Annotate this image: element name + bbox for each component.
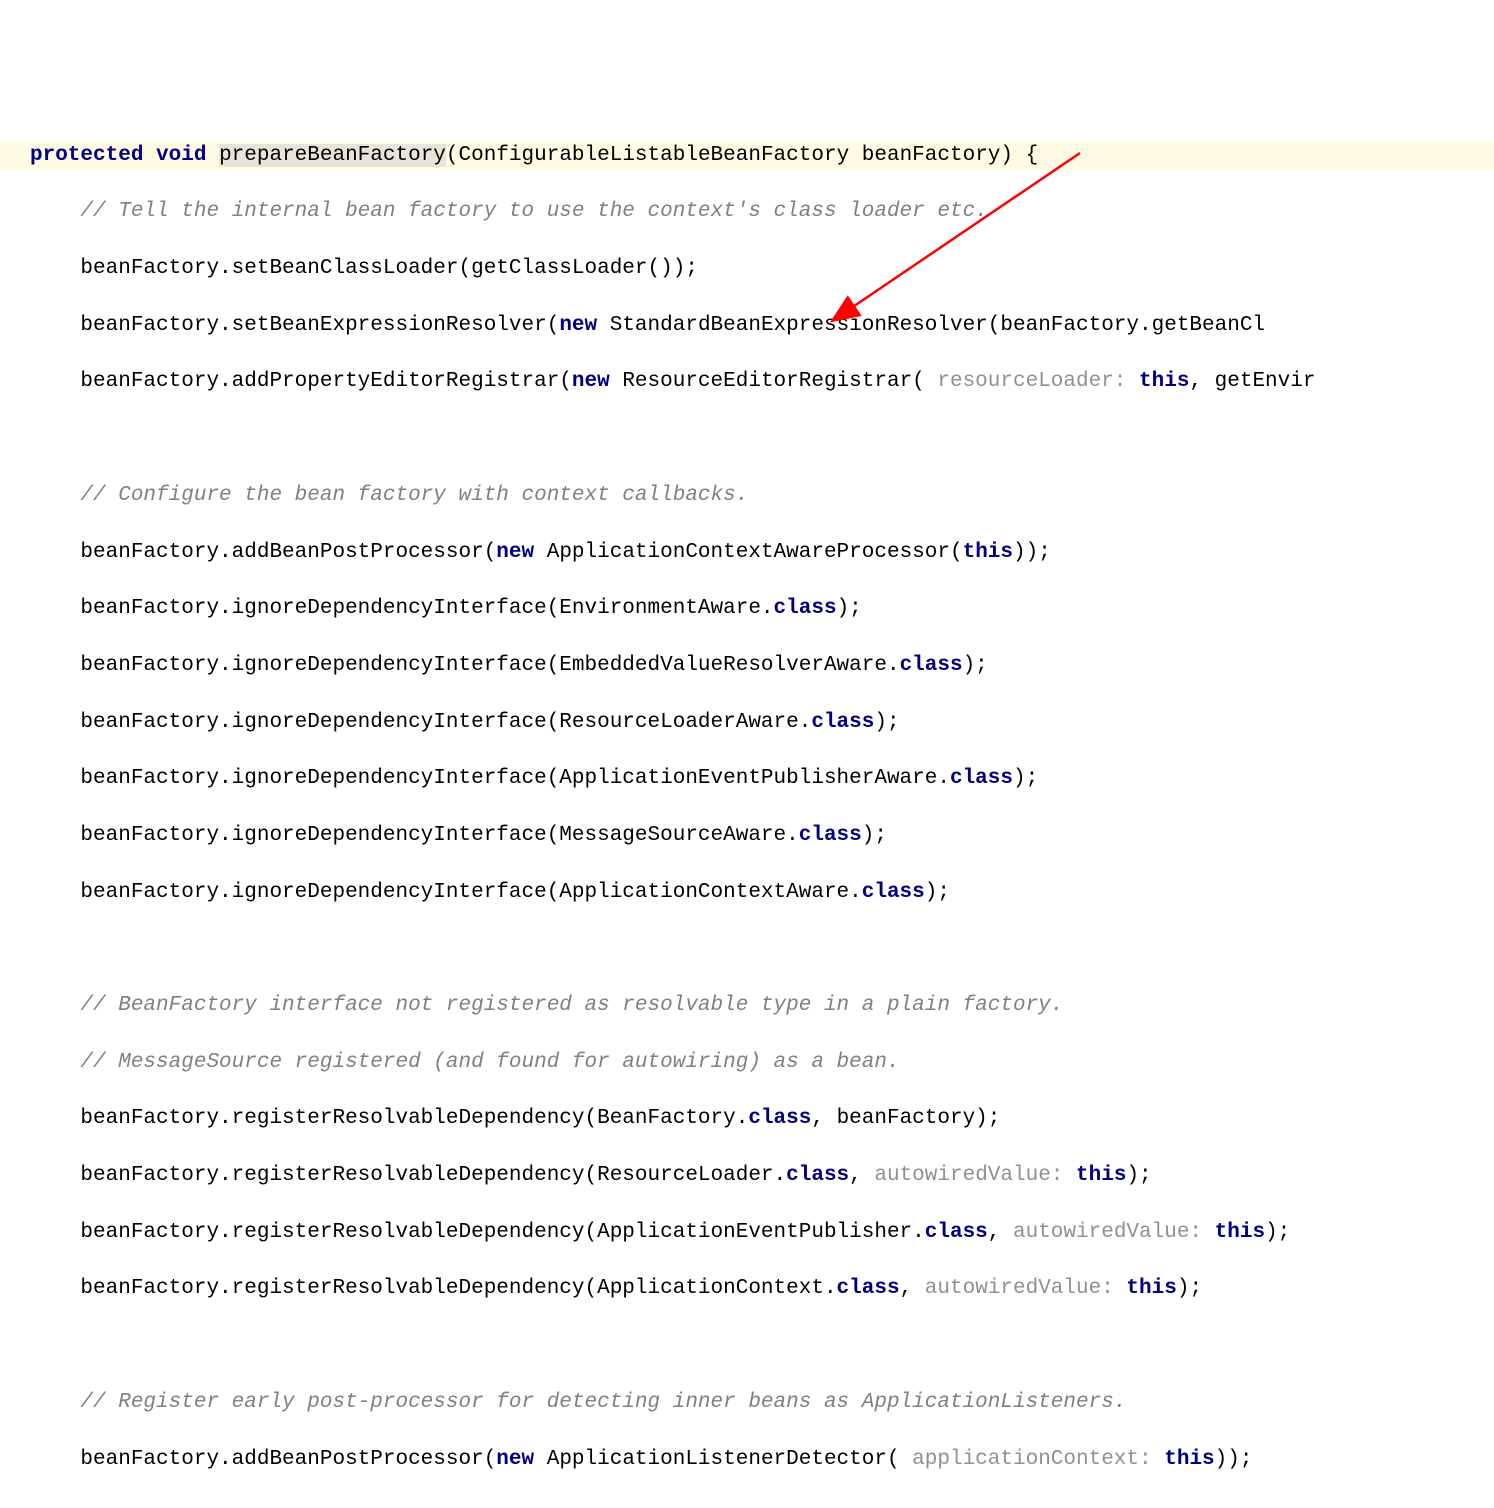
code-text: ); (963, 654, 988, 677)
code-text: ApplicationListenerDetector( (534, 1448, 912, 1471)
code-text: )); (1013, 541, 1051, 564)
comment: // Configure the bean factory with conte… (80, 484, 748, 507)
code-text: beanFactory.setBeanExpressionResolver( (80, 314, 559, 337)
code-line: beanFactory.ignoreDependencyInterface(Re… (0, 709, 1494, 737)
code-text: beanFactory.registerResolvableDependency… (80, 1221, 924, 1244)
keyword-new: new (572, 370, 610, 393)
code-text: ); (862, 824, 887, 847)
code-line: beanFactory.setBeanClassLoader(getClassL… (0, 255, 1494, 283)
code-line: beanFactory.registerResolvableDependency… (0, 1219, 1494, 1247)
keyword-this: this (963, 541, 1013, 564)
code-text: ); (1013, 767, 1038, 790)
param-hint: autowiredValue: (874, 1164, 1063, 1187)
code-text: beanFactory.addPropertyEditorRegistrar( (80, 370, 571, 393)
keyword-new: new (496, 541, 534, 564)
keyword-this: this (1164, 1448, 1214, 1471)
code-text: StandardBeanExpressionResolver(beanFacto… (597, 314, 1265, 337)
code-text: )); (1215, 1448, 1253, 1471)
keyword-class: class (811, 711, 874, 734)
code-text: beanFactory.ignoreDependencyInterface(Em… (80, 654, 899, 677)
keyword-new: new (559, 314, 597, 337)
keyword-this: this (1076, 1164, 1126, 1187)
code-line: // BeanFactory interface not registered … (0, 992, 1494, 1020)
code-line: // Register early post-processor for det… (0, 1389, 1494, 1417)
code-line-blank (0, 935, 1494, 963)
code-text: ); (1177, 1277, 1202, 1300)
code-text: beanFactory.ignoreDependencyInterface(Ap… (80, 881, 861, 904)
code-line-blank (0, 1332, 1494, 1360)
keyword-class: class (925, 1221, 988, 1244)
code-text: beanFactory.registerResolvableDependency… (80, 1277, 836, 1300)
code-text: ); (925, 881, 950, 904)
comment: // Register early post-processor for det… (80, 1391, 1126, 1414)
keyword-class: class (837, 1277, 900, 1300)
code-line: beanFactory.ignoreDependencyInterface(Me… (0, 822, 1494, 850)
keyword-void: void (156, 144, 206, 167)
code-line: beanFactory.registerResolvableDependency… (0, 1162, 1494, 1190)
code-text: , (988, 1221, 1013, 1244)
code-text: beanFactory.ignoreDependencyInterface(En… (80, 597, 773, 620)
keyword-class: class (799, 824, 862, 847)
keyword-class: class (862, 881, 925, 904)
code-editor-viewport: protected void prepareBeanFactory(Config… (0, 113, 1494, 1508)
code-text: beanFactory.ignoreDependencyInterface(Ap… (80, 767, 950, 790)
code-line: beanFactory.setBeanExpressionResolver(ne… (0, 312, 1494, 340)
code-text: ); (1126, 1164, 1151, 1187)
keyword-protected: protected (30, 144, 143, 167)
keyword-this: this (1215, 1221, 1265, 1244)
code-text: beanFactory.addBeanPostProcessor( (80, 541, 496, 564)
code-line: beanFactory.addBeanPostProcessor(new App… (0, 1446, 1494, 1474)
keyword-new: new (496, 1448, 534, 1471)
code-line: beanFactory.ignoreDependencyInterface(En… (0, 595, 1494, 623)
code-line-blank (0, 425, 1494, 453)
code-line: beanFactory.ignoreDependencyInterface(Ap… (0, 879, 1494, 907)
comment: // BeanFactory interface not registered … (80, 994, 1063, 1017)
code-line: beanFactory.addPropertyEditorRegistrar(n… (0, 368, 1494, 396)
code-text: ); (837, 597, 862, 620)
code-text: beanFactory.registerResolvableDependency… (80, 1164, 786, 1187)
code-text: beanFactory.ignoreDependencyInterface(Re… (80, 711, 811, 734)
keyword-class: class (950, 767, 1013, 790)
code-text: , beanFactory); (811, 1107, 1000, 1130)
code-text: ApplicationContextAwareProcessor( (534, 541, 962, 564)
code-line: // MessageSource registered (and found f… (0, 1049, 1494, 1077)
code-line: // Configure the bean factory with conte… (0, 482, 1494, 510)
code-line: beanFactory.registerResolvableDependency… (0, 1275, 1494, 1303)
code-line: protected void prepareBeanFactory(Config… (0, 142, 1494, 170)
code-line: beanFactory.registerResolvableDependency… (0, 1105, 1494, 1133)
comment: // Tell the internal bean factory to use… (80, 200, 987, 223)
keyword-class: class (900, 654, 963, 677)
keyword-class: class (774, 597, 837, 620)
code-text: (ConfigurableListableBeanFactory beanFac… (446, 144, 1038, 167)
code-text: beanFactory.registerResolvableDependency… (80, 1107, 748, 1130)
keyword-this: this (1139, 370, 1189, 393)
code-text: ResourceEditorRegistrar( (610, 370, 938, 393)
code-text: beanFactory.ignoreDependencyInterface(Me… (80, 824, 798, 847)
param-hint: autowiredValue: (1013, 1221, 1202, 1244)
keyword-class: class (748, 1107, 811, 1130)
comment: // MessageSource registered (and found f… (80, 1051, 899, 1074)
code-line: beanFactory.ignoreDependencyInterface(Ap… (0, 765, 1494, 793)
param-hint: resourceLoader: (937, 370, 1126, 393)
code-line: beanFactory.ignoreDependencyInterface(Em… (0, 652, 1494, 680)
code-text: ); (874, 711, 899, 734)
method-name-highlight: prepareBeanFactory (219, 144, 446, 167)
code-text: beanFactory.addBeanPostProcessor( (80, 1448, 496, 1471)
code-line: // Tell the internal bean factory to use… (0, 198, 1494, 226)
param-hint: applicationContext: (912, 1448, 1151, 1471)
code-line-blank (0, 1502, 1494, 1508)
code-text: , (849, 1164, 874, 1187)
code-text: , (900, 1277, 925, 1300)
code-text: ); (1265, 1221, 1290, 1244)
param-hint: autowiredValue: (925, 1277, 1114, 1300)
code-line: beanFactory.addBeanPostProcessor(new App… (0, 539, 1494, 567)
keyword-this: this (1126, 1277, 1176, 1300)
code-text: beanFactory.setBeanClassLoader(getClassL… (80, 257, 698, 280)
code-text: , getEnvir (1189, 370, 1315, 393)
keyword-class: class (786, 1164, 849, 1187)
